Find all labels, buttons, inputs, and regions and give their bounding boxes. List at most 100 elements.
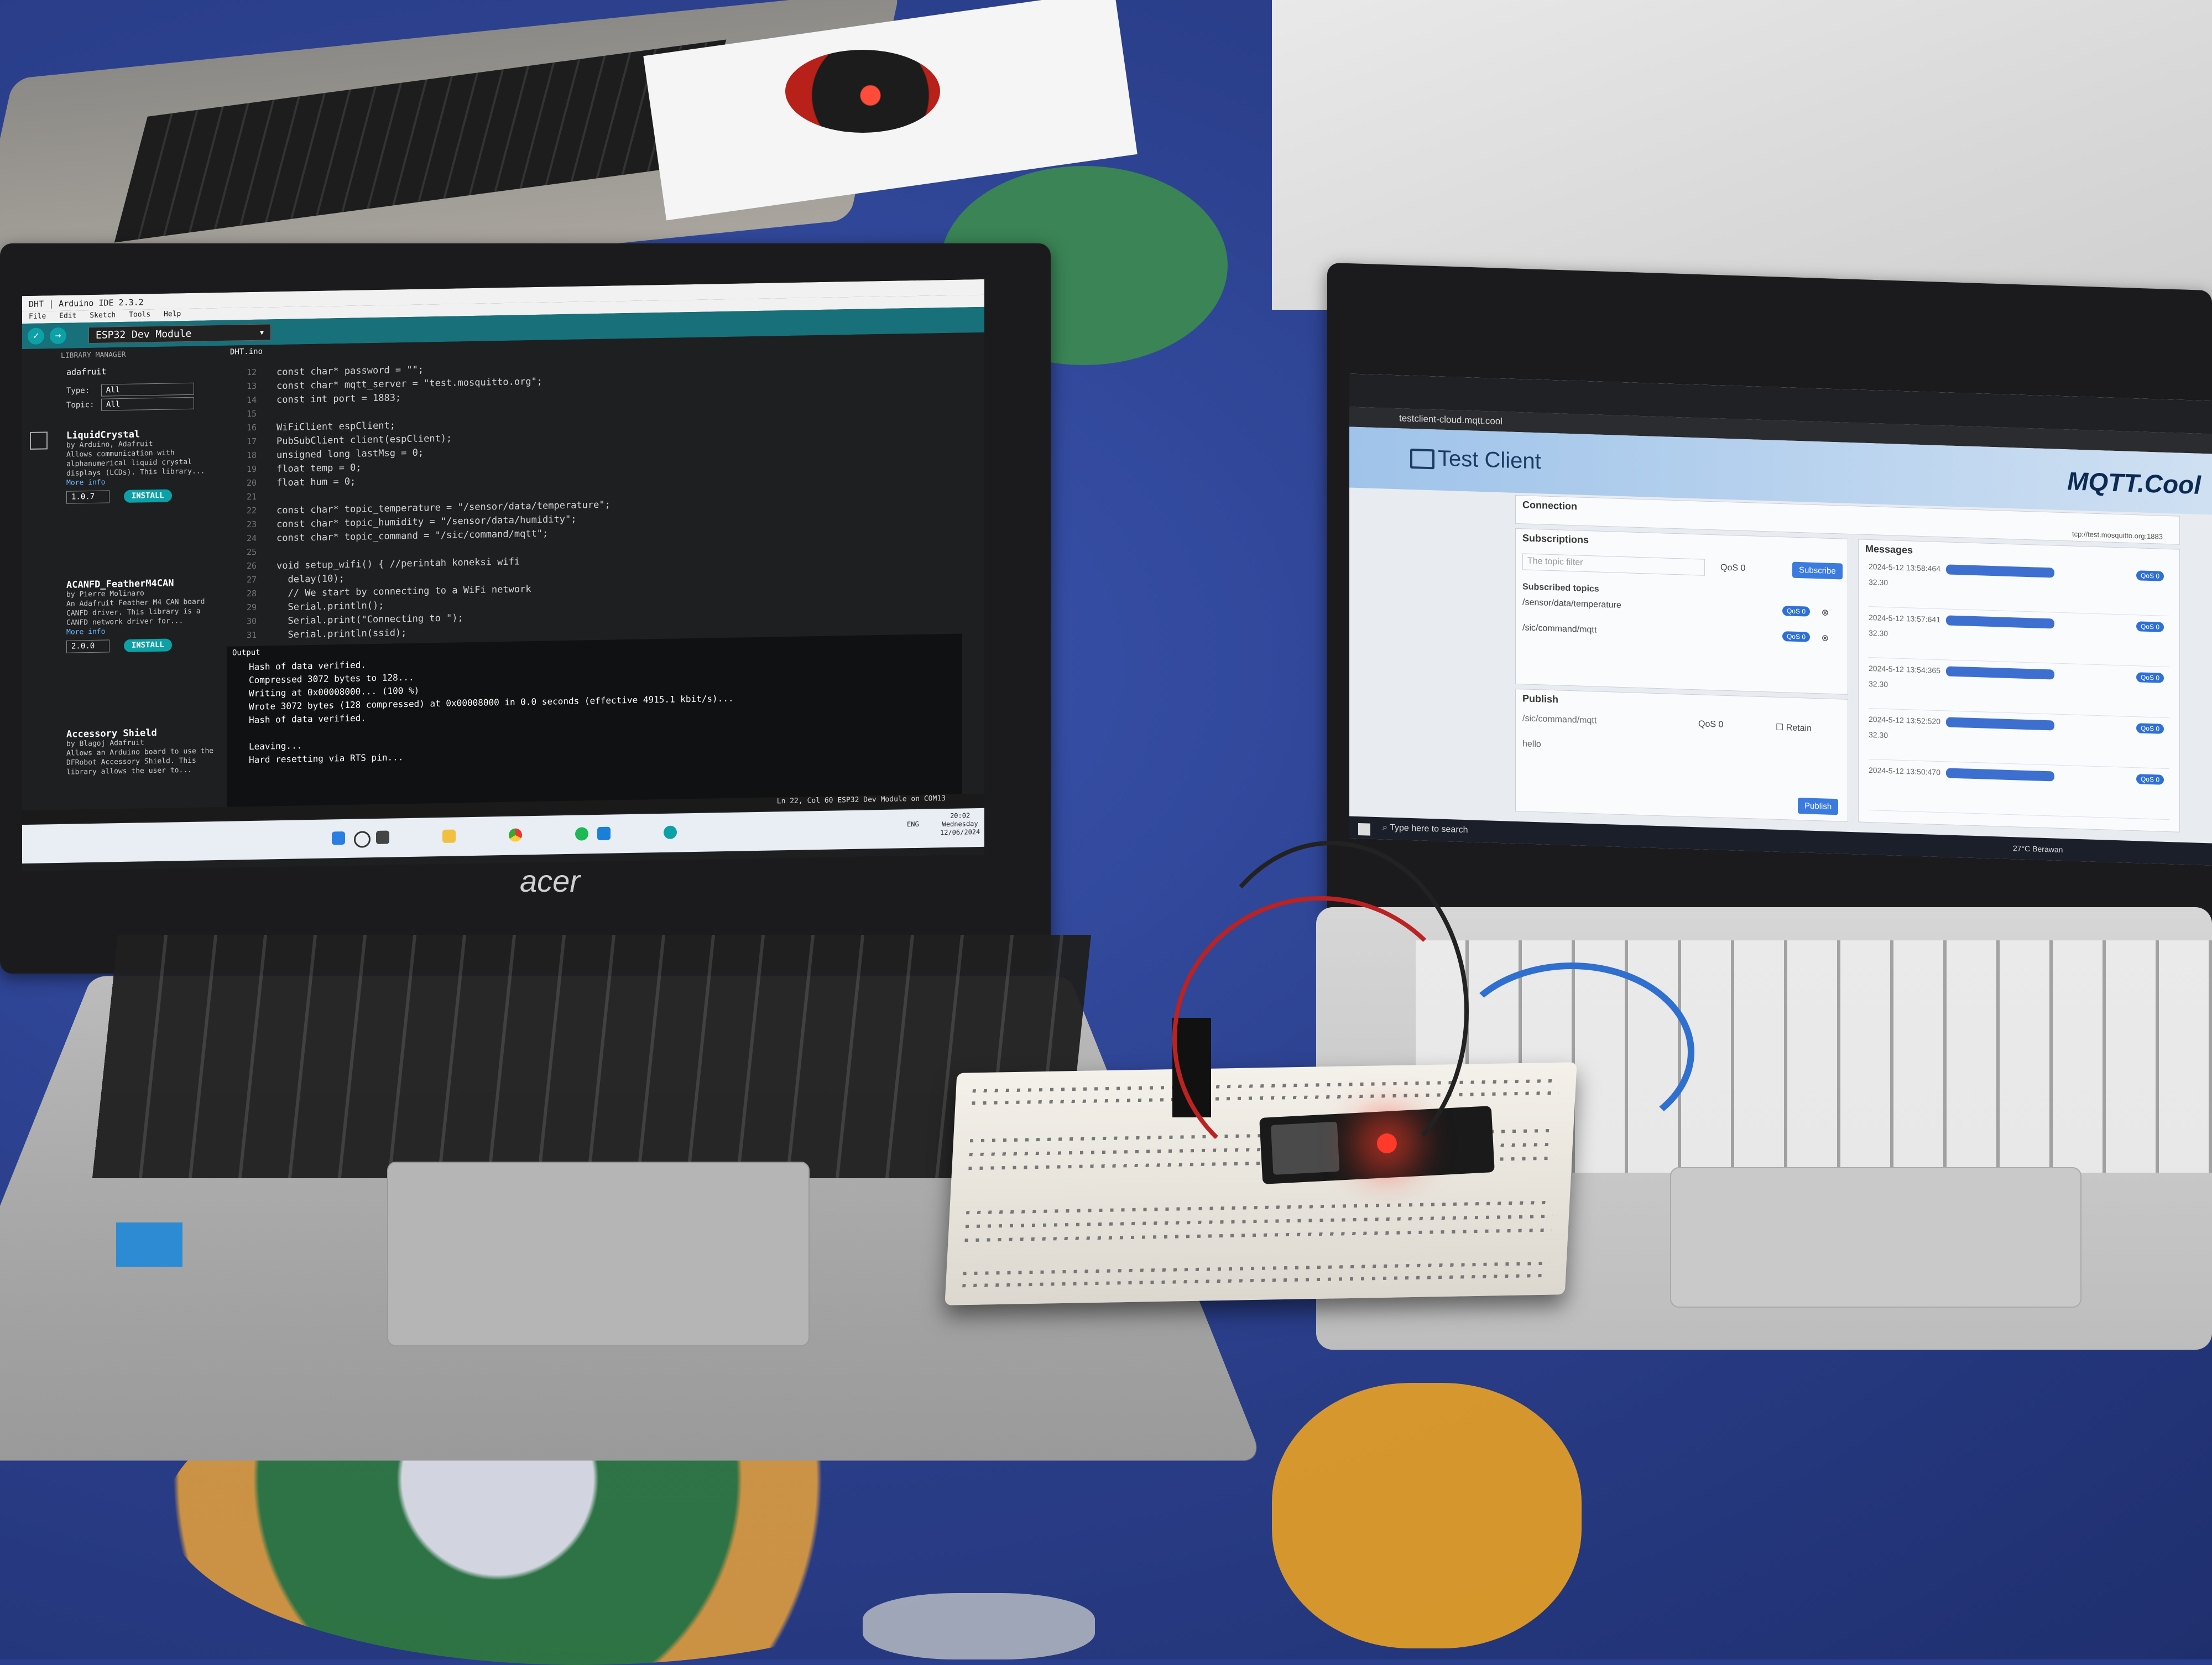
output-line: Hash of data verified. (249, 712, 366, 726)
menu-sketch[interactable]: Sketch (90, 311, 116, 320)
library-icon[interactable] (30, 431, 48, 450)
board-selector[interactable]: ESP32 Dev Module ▾ (88, 324, 271, 344)
publish-button[interactable]: Publish (1798, 797, 1839, 815)
board-name: ESP32 Dev Module (96, 327, 192, 341)
library-manager-panel: LIBRARY MANAGER adafruit Type: All Topic… (22, 345, 221, 828)
subscribe-button[interactable]: Subscribe (1792, 561, 1843, 580)
clock-day: Wednesday (942, 820, 978, 829)
subscribed-topics-label: Subscribed topics (1522, 582, 1599, 594)
code-line[interactable]: Serial.println(); (276, 600, 384, 613)
code-line[interactable]: // We start by connecting to a WiFi netw… (276, 584, 531, 599)
code-line[interactable]: const int port = 1883; (276, 392, 401, 405)
message-item: 2024-5-12 13:57:641 QoS 0 32.30 (1869, 612, 2169, 668)
line-number: 28 (246, 588, 257, 599)
publish-qos-select[interactable]: QoS 0 (1698, 719, 1723, 730)
menu-file[interactable]: File (29, 312, 46, 321)
code-line[interactable]: WiFiClient espClient; (276, 420, 395, 433)
unsubscribe-icon[interactable]: ⊗ (1822, 632, 1829, 643)
code-line[interactable]: Serial.print("Connecting to "); (276, 612, 463, 627)
code-line[interactable]: float temp = 0; (276, 462, 362, 475)
code-line[interactable]: delay(10); (276, 573, 344, 585)
line-number: 12 (246, 367, 257, 378)
arduino-ide-window: DHT | Arduino IDE 2.3.2 File Edit Sketch… (22, 279, 984, 872)
publish-message-input[interactable]: hello (1522, 739, 1832, 793)
windows-start-icon[interactable] (332, 831, 345, 845)
more-info-link[interactable]: More info (66, 476, 221, 488)
spotify-icon[interactable] (575, 827, 588, 841)
code-line[interactable]: Serial.println(ssid); (276, 627, 406, 641)
more-info-link[interactable]: More info (66, 625, 221, 637)
code-line[interactable]: const char* password = ""; (276, 365, 424, 378)
clock[interactable]: 20:02 Wednesday 12/06/2024 (940, 811, 980, 837)
jumper-wire-black (1194, 841, 1469, 1182)
task-view-icon[interactable] (376, 830, 389, 845)
qos-badge: QoS 0 (1782, 606, 1810, 617)
chrome-icon[interactable] (509, 828, 522, 842)
subscriptions-label: Subscriptions (1522, 532, 1589, 546)
menu-help[interactable]: Help (164, 310, 181, 319)
code-line[interactable]: const char* mqtt_server = "test.mosquitt… (276, 376, 542, 392)
install-button[interactable]: INSTALL (123, 489, 172, 503)
language-indicator[interactable]: ENG (907, 820, 919, 828)
taskbar-search-box[interactable]: ⌕ Type here to search (1383, 823, 1559, 838)
line-number: 22 (246, 505, 257, 516)
line-number: 25 (246, 547, 257, 558)
intel-core-sticker (116, 1222, 182, 1267)
topic-select[interactable]: All (101, 397, 195, 411)
retain-checkbox[interactable]: ☐ Retain (1776, 722, 1812, 734)
verify-icon[interactable]: ✓ (28, 327, 44, 345)
code-line[interactable]: PubSubClient client(espClient); (276, 433, 452, 448)
topic-label: Topic: (66, 400, 95, 410)
line-number: 23 (246, 519, 257, 530)
left-laptop-keyboard (92, 935, 1092, 1178)
qos-badge: QoS 0 (2136, 774, 2164, 785)
type-select[interactable]: All (101, 382, 194, 397)
code-editor[interactable]: DHT.ino 12 const char* password = ""; 13 co… (227, 332, 962, 641)
message-timestamp: 2024-5-12 13:57:641 (1869, 612, 1940, 625)
menu-edit[interactable]: Edit (59, 311, 76, 320)
code-line[interactable]: const char* topic_humidity = "/sensor/da… (276, 514, 576, 530)
topic-name: /sic/command/mqtt (1522, 623, 1597, 635)
line-number: 27 (246, 574, 257, 585)
type-filter-row: Type: All (66, 382, 194, 397)
publish-topic-input[interactable]: /sic/command/mqtt (1522, 714, 1688, 729)
upload-icon[interactable]: → (50, 327, 66, 345)
file-tab[interactable]: DHT.ino (227, 345, 266, 364)
message-payload: 32.30 (1869, 628, 1888, 638)
code-line[interactable]: const char* topic_command = "/sic/comman… (276, 528, 548, 544)
publish-panel: Publish /sic/command/mqtt QoS 0 ☐ Retain… (1515, 688, 1848, 822)
output-line: Writing at 0x00008000... (100 %) (249, 685, 420, 699)
line-number: 17 (246, 436, 257, 447)
qos-select[interactable]: QoS 0 (1720, 563, 1745, 574)
clock-date: 12/06/2024 (940, 828, 980, 837)
cartoon-duck (1272, 1383, 1582, 1648)
line-number: 29 (246, 602, 257, 613)
line-number: 14 (246, 394, 257, 405)
code-line[interactable]: float hum = 0; (276, 476, 356, 489)
topic-filter-row: Topic: All (66, 397, 195, 412)
message-timestamp: 2024-5-12 13:58:464 (1869, 561, 1940, 574)
output-line: Leaving... (249, 740, 302, 752)
version-select[interactable]: 1.0.7 (66, 490, 109, 504)
output-line: Compressed 3072 bytes to 128... (249, 672, 414, 686)
weather-widget[interactable]: 27°C Berawan (2013, 844, 2063, 854)
code-line[interactable]: unsigned long lastMsg = 0; (276, 448, 424, 461)
library-search-input[interactable]: adafruit (66, 365, 210, 377)
menu-tools[interactable]: Tools (129, 310, 150, 319)
line-number: 16 (246, 422, 257, 433)
install-button[interactable]: INSTALL (123, 638, 172, 652)
unsubscribe-icon[interactable]: ⊗ (1822, 607, 1829, 618)
vscode-icon[interactable] (597, 826, 611, 841)
file-explorer-icon[interactable] (442, 829, 456, 843)
message-item: 2024-5-12 13:52:520 QoS 0 32.30 (1869, 714, 2169, 769)
version-select[interactable]: 2.0.0 (66, 639, 109, 653)
search-icon[interactable] (354, 831, 371, 848)
arduino-icon[interactable] (664, 825, 677, 839)
code-line[interactable]: void setup_wifi() { //perintah koneksi w… (276, 556, 520, 571)
tiled-floor (1272, 0, 2212, 310)
topic-filter-input[interactable]: The topic filter (1522, 553, 1705, 576)
brand-logo: MQTT.Cool (2067, 466, 2201, 500)
windows-start-icon[interactable] (1358, 823, 1370, 836)
message-payload: 32.30 (1869, 730, 1888, 740)
publish-label: Publish (1522, 693, 1559, 705)
